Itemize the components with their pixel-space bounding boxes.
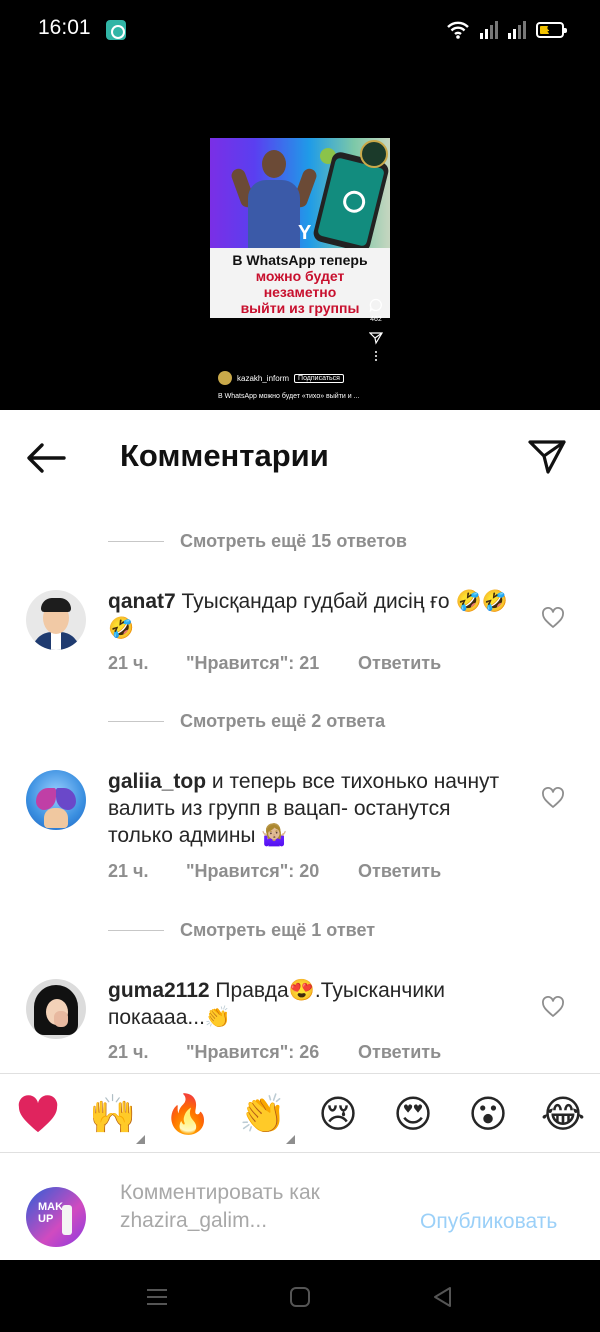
clapping-emoji: 👏	[239, 1091, 287, 1136]
divider	[108, 929, 164, 931]
comment-likes[interactable]: "Нравится": 21	[186, 653, 358, 674]
back-triangle-icon[interactable]	[430, 1284, 456, 1310]
reply-button[interactable]: Ответить	[358, 861, 441, 882]
paper-plane-icon[interactable]	[526, 436, 568, 478]
avatar[interactable]: MAK UP	[26, 1187, 86, 1247]
divider	[108, 720, 164, 722]
status-bar: 16:01 9	[0, 0, 600, 60]
post-button[interactable]: Опубликовать	[420, 1210, 557, 1234]
channel-seal-logo	[360, 140, 388, 168]
reel-caption-line: В WhatsApp теперь	[232, 252, 368, 268]
reel-preview[interactable]: Y В WhatsApp теперь можно будет незаметн…	[0, 60, 600, 410]
comment-meta: 21 ч. "Нравится": 20 Ответить	[108, 861, 441, 882]
comments-header: Комментарии	[0, 410, 600, 506]
status-icons: 9	[446, 18, 567, 42]
avatar[interactable]	[26, 979, 86, 1039]
signal-icon	[480, 21, 498, 39]
crying-emoji: 😢	[318, 1092, 358, 1136]
comment-likes[interactable]: "Нравится": 26	[186, 1042, 358, 1063]
comment-username[interactable]: qanat7	[108, 590, 176, 613]
notification-app-icon	[106, 20, 126, 40]
home-icon[interactable]	[287, 1284, 313, 1310]
emoji-heart-eyes-button[interactable]: 😍	[389, 1090, 437, 1138]
reel-thumbnail[interactable]: Y В WhatsApp теперь можно будет незаметн…	[210, 138, 390, 318]
y-logo: Y	[298, 222, 312, 244]
emoji-variant-indicator	[286, 1135, 295, 1144]
emoji-reaction-bar: 🙌 🔥 👏 😢 😍 😮 😂	[0, 1073, 600, 1153]
comment-icon[interactable]	[369, 298, 383, 312]
view-replies-button[interactable]: Смотреть ещё 2 ответа	[108, 706, 385, 736]
avatar[interactable]	[26, 590, 86, 650]
view-replies-label[interactable]: Смотреть ещё 1 ответ	[180, 920, 375, 941]
surprised-emoji: 😮	[468, 1092, 508, 1136]
author-avatar[interactable]	[218, 371, 232, 385]
comment-likes[interactable]: "Нравится": 20	[186, 861, 358, 882]
emoji-surprised-button[interactable]: 😮	[464, 1090, 512, 1138]
reel-image: Y	[210, 138, 390, 254]
comment-text: galiia_top и теперь все тихонько начнут …	[108, 768, 518, 849]
heart-icon[interactable]	[541, 787, 565, 809]
battery-icon: 9	[536, 22, 567, 38]
comment-meta: 21 ч. "Нравится": 26 Ответить	[108, 1042, 441, 1063]
avatar-makeup-graphic: MAK UP	[38, 1201, 64, 1225]
emoji-fire-button[interactable]: 🔥	[164, 1090, 212, 1138]
red-heart-icon	[18, 1095, 58, 1133]
signal-icon	[508, 21, 526, 39]
avatar[interactable]	[26, 770, 86, 830]
comment-username[interactable]: guma2112	[108, 979, 210, 1002]
view-replies-button[interactable]: Смотреть ещё 15 ответов	[108, 526, 407, 556]
comment-meta: 21 ч. "Нравится": 21 Ответить	[108, 653, 441, 674]
emoji-crying-button[interactable]: 😢	[314, 1090, 362, 1138]
fire-emoji: 🔥	[164, 1091, 212, 1136]
comment-time: 21 ч.	[108, 861, 149, 881]
comment-username[interactable]: galiia_top	[108, 770, 206, 793]
comment-input[interactable]	[120, 1179, 390, 1239]
comment-count: 462	[370, 316, 382, 323]
view-replies-label[interactable]: Смотреть ещё 2 ответа	[180, 711, 385, 732]
emoji-laughing-button[interactable]: 😂	[539, 1090, 587, 1138]
reel-author[interactable]: kazakh_inform Подписаться	[218, 371, 344, 385]
reply-button[interactable]: Ответить	[358, 1042, 441, 1063]
comment-composer: MAKUP Опубликовать	[0, 1153, 600, 1260]
comments-sheet: Комментарии Смотреть ещё 15 ответов qana…	[0, 410, 600, 1260]
comment-time: 21 ч.	[108, 653, 149, 673]
comment-time: 21 ч.	[108, 1042, 149, 1062]
reel-actions: 462	[366, 298, 386, 367]
heart-eyes-emoji: 😍	[393, 1092, 433, 1136]
wifi-icon	[447, 21, 469, 39]
follow-button[interactable]: Подписаться	[294, 373, 344, 383]
more-vertical-icon[interactable]	[369, 349, 383, 363]
status-time: 16:01	[38, 16, 91, 39]
battery-level: 9	[546, 24, 554, 36]
raising-hands-emoji: 🙌	[89, 1091, 137, 1136]
emoji-heart-button[interactable]	[14, 1090, 62, 1138]
emoji-clapping-button[interactable]: 👏	[239, 1090, 295, 1144]
menu-icon[interactable]	[144, 1284, 170, 1310]
divider	[108, 540, 164, 542]
laughing-emoji: 😂	[540, 1092, 586, 1136]
reel-description[interactable]: В WhatsApp можно будет «тихо» выйти и ..…	[218, 393, 359, 400]
reel-caption: В WhatsApp теперь можно будет незаметно …	[210, 248, 390, 318]
comment-text: qanat7 Туысқандар гудбай дисің ғо 🤣🤣🤣	[108, 588, 518, 642]
reel-caption-line: незаметно	[263, 284, 337, 300]
author-name[interactable]: kazakh_inform	[237, 374, 289, 383]
reel-caption-line: можно будет	[255, 268, 345, 284]
heart-icon[interactable]	[541, 996, 565, 1018]
reel-caption-line: выйти из группы	[240, 300, 360, 316]
comment-text: guma2112 Правда😍.Туысканчики покаааа...👏	[108, 977, 518, 1031]
heart-icon[interactable]	[541, 607, 565, 629]
page-title: Комментарии	[120, 438, 329, 473]
share-icon[interactable]	[369, 331, 383, 345]
navigation-bar	[0, 1260, 600, 1332]
emoji-raising-hands-button[interactable]: 🙌	[89, 1090, 145, 1144]
view-replies-button[interactable]: Смотреть ещё 1 ответ	[108, 915, 375, 945]
view-replies-label[interactable]: Смотреть ещё 15 ответов	[180, 531, 407, 552]
reply-button[interactable]: Ответить	[358, 653, 441, 674]
arrow-left-icon[interactable]	[24, 440, 68, 476]
emoji-variant-indicator	[136, 1135, 145, 1144]
